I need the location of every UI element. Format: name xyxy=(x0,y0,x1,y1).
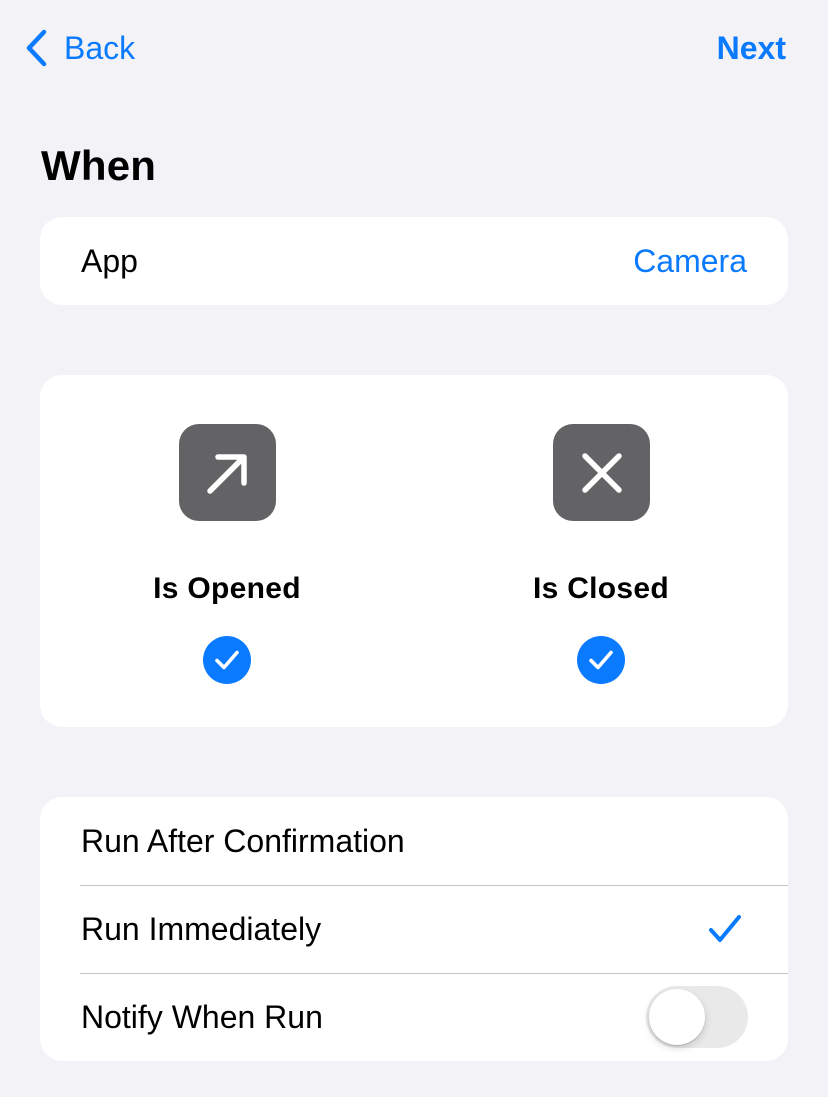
checkmark-circle-icon[interactable] xyxy=(203,636,251,684)
option-is-opened[interactable]: Is Opened xyxy=(40,375,414,727)
option-label: Is Opened xyxy=(153,572,301,605)
section-title: When xyxy=(41,142,157,189)
navigation-bar: Back Next xyxy=(0,0,828,100)
app-card: App Camera xyxy=(40,217,788,305)
run-option-label: Run Immediately xyxy=(81,910,322,947)
app-row-label: App xyxy=(81,242,138,279)
xmark-icon xyxy=(553,424,650,521)
app-row[interactable]: App Camera xyxy=(40,217,788,305)
checkmark-circle-icon[interactable] xyxy=(577,636,625,684)
app-row-value[interactable]: Camera xyxy=(633,243,747,280)
run-option-label: Run After Confirmation xyxy=(81,822,405,859)
chevron-left-icon xyxy=(26,29,47,67)
back-button-label: Back xyxy=(64,29,136,66)
back-button[interactable]: Back xyxy=(24,26,135,70)
trigger-options-card: Is Opened Is Closed xyxy=(40,375,788,727)
run-options-card: Run After Confirmation Run Immediately N… xyxy=(40,797,788,1061)
option-label: Is Closed xyxy=(532,572,670,605)
run-after-confirmation-row[interactable]: Run After Confirmation xyxy=(40,797,788,885)
arrow-up-right-icon xyxy=(179,424,276,521)
notify-toggle[interactable] xyxy=(646,986,748,1048)
run-immediately-row[interactable]: Run Immediately xyxy=(40,885,788,973)
option-is-closed[interactable]: Is Closed xyxy=(414,375,788,727)
next-button[interactable]: Next xyxy=(717,26,786,70)
checkmark-icon xyxy=(709,915,741,942)
notify-when-run-row: Notify When Run xyxy=(40,973,788,1061)
run-option-label: Notify When Run xyxy=(81,998,323,1035)
toggle-knob xyxy=(649,989,705,1045)
